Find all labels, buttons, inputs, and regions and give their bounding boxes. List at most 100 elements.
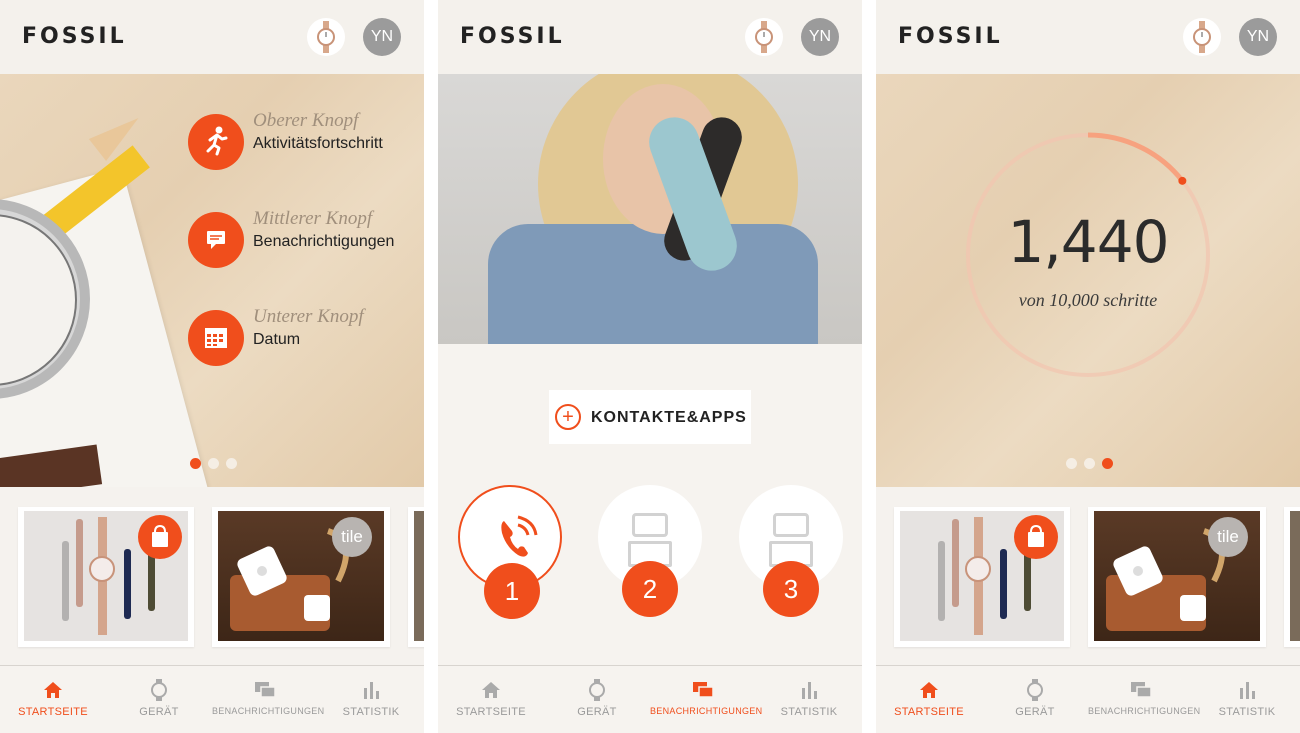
button-function-label: Benachrichtigungen xyxy=(253,233,395,250)
tab-benachrichtigungen[interactable]: BENACHRICHTIGUNGEN xyxy=(1088,666,1201,733)
straps-promo-card[interactable] xyxy=(894,507,1070,647)
tile-promo-card[interactable]: tile xyxy=(212,507,390,647)
tab-statistik[interactable]: STATISTIK xyxy=(756,666,862,733)
watch-device-avatar[interactable] xyxy=(1183,18,1221,56)
hero-phone-call-image xyxy=(438,74,862,344)
running-icon xyxy=(188,114,244,170)
tab-startseite[interactable]: STARTSEITE xyxy=(438,666,544,733)
button-position-label: Unterer Knopf xyxy=(253,306,364,327)
fossil-logo: FOSSIL xyxy=(460,24,565,49)
button-config-middle[interactable]: Mittlerer Knopf Benachrichtigungen xyxy=(188,208,418,272)
steps-goal-label: von 10,000 schritte xyxy=(1018,290,1158,310)
page-dot[interactable] xyxy=(208,458,219,469)
tab-label: STARTSEITE xyxy=(456,706,526,718)
tab-benachrichtigungen[interactable]: BENACHRICHTIGUNGEN xyxy=(650,666,763,733)
watch-icon xyxy=(544,678,650,702)
tab-label: GERÄT xyxy=(577,706,617,718)
slot-number: 2 xyxy=(622,561,678,617)
page-dot[interactable] xyxy=(1102,458,1113,469)
bar-chart-icon xyxy=(318,678,424,702)
tab-statistik[interactable]: STATISTIK xyxy=(1194,666,1300,733)
notification-slot-1[interactable]: 1 xyxy=(458,485,562,619)
watch-icon xyxy=(317,21,335,53)
home-icon xyxy=(0,678,106,702)
tab-label: STATISTIK xyxy=(342,706,400,718)
home-icon xyxy=(876,678,982,702)
robot-icon xyxy=(626,507,674,567)
tab-label: STATISTIK xyxy=(1218,706,1276,718)
watch-device-avatar[interactable] xyxy=(745,18,783,56)
tab-benachrichtigungen[interactable]: BENACHRICHTIGUNGEN xyxy=(212,666,325,733)
add-contacts-apps-button[interactable]: + KONTAKTE&APPS xyxy=(549,390,751,444)
next-promo-card[interactable] xyxy=(408,507,424,647)
tab-label: BENACHRICHTIGUNGEN xyxy=(212,706,325,716)
bottom-tab-bar: STARTSEITE GERÄT BENACHRICHTIGUNGEN STAT… xyxy=(438,665,862,733)
tile-badge: tile xyxy=(1208,517,1248,557)
button-config-bottom[interactable]: Unterer Knopf Datum xyxy=(188,306,418,370)
bar-chart-icon xyxy=(756,678,862,702)
watch-icon xyxy=(982,678,1088,702)
slot-number: 3 xyxy=(763,561,819,617)
page-dot[interactable] xyxy=(1066,458,1077,469)
app-header: FOSSIL YN xyxy=(0,0,424,74)
straps-promo-card[interactable] xyxy=(18,507,194,647)
page-dot[interactable] xyxy=(226,458,237,469)
tab-label: STATISTIK xyxy=(780,706,838,718)
notification-slot-3[interactable]: 3 xyxy=(739,485,843,617)
tab-label: GERÄT xyxy=(139,706,179,718)
home-icon xyxy=(438,678,544,702)
tab-label: BENACHRICHTIGUNGEN xyxy=(1088,706,1201,716)
bottom-tab-bar: STARTSEITE GERÄT BENACHRICHTIGUNGEN STAT… xyxy=(876,665,1300,733)
notifications-screen: FOSSIL YN + KONTAKTE&APPS 1 2 3 STARTSEI… xyxy=(438,0,862,733)
chat-icon xyxy=(650,678,756,702)
tab-geraet[interactable]: GERÄT xyxy=(106,666,212,733)
app-header: FOSSIL YN xyxy=(438,0,862,74)
tab-label: GERÄT xyxy=(1015,706,1055,718)
user-avatar[interactable]: YN xyxy=(801,18,839,56)
jacket-shape xyxy=(488,224,818,344)
page-dot[interactable] xyxy=(190,458,201,469)
bar-chart-icon xyxy=(1194,678,1300,702)
watch-icon xyxy=(755,21,773,53)
calendar-icon xyxy=(188,310,244,366)
home-screen-buttons: FOSSIL YN Oberer Knopf Aktivitätsfortsch… xyxy=(0,0,424,733)
user-avatar[interactable]: YN xyxy=(363,18,401,56)
tile-promo-card[interactable]: tile xyxy=(1088,507,1266,647)
button-position-label: Mittlerer Knopf xyxy=(253,208,373,229)
promo-image xyxy=(414,511,424,641)
steps-count: 1,440 xyxy=(1007,208,1169,276)
tab-geraet[interactable]: GERÄT xyxy=(544,666,650,733)
page-dot[interactable] xyxy=(1084,458,1095,469)
fossil-logo: FOSSIL xyxy=(898,24,1003,49)
tab-startseite[interactable]: STARTSEITE xyxy=(876,666,982,733)
tab-geraet[interactable]: GERÄT xyxy=(982,666,1088,733)
bottom-tab-bar: STARTSEITE GERÄT BENACHRICHTIGUNGEN STAT… xyxy=(0,665,424,733)
shopping-bag-icon xyxy=(138,515,182,559)
tab-label: BENACHRICHTIGUNGEN xyxy=(650,706,763,716)
chat-icon xyxy=(1088,678,1194,702)
watch-icon xyxy=(1193,21,1211,53)
shopping-bag-icon xyxy=(1014,515,1058,559)
progress-tip xyxy=(1178,176,1187,185)
button-config-top[interactable]: Oberer Knopf Aktivitätsfortschritt xyxy=(188,110,418,174)
add-contacts-apps-label: KONTAKTE&APPS xyxy=(591,409,747,426)
tab-startseite[interactable]: STARTSEITE xyxy=(0,666,106,733)
fossil-logo: FOSSIL xyxy=(22,24,127,49)
watch-device-avatar[interactable] xyxy=(307,18,345,56)
promo-carousel[interactable]: tile xyxy=(0,487,424,665)
tile-badge: tile xyxy=(332,517,372,557)
notification-slot-2[interactable]: 2 xyxy=(598,485,702,617)
button-position-label: Oberer Knopf xyxy=(253,110,359,131)
slot-number: 1 xyxy=(484,563,540,619)
tab-label: STARTSEITE xyxy=(18,706,88,718)
promo-carousel[interactable]: tile xyxy=(876,487,1300,665)
plus-icon: + xyxy=(555,404,581,430)
watch-icon xyxy=(106,678,212,702)
tab-label: STARTSEITE xyxy=(894,706,964,718)
button-function-label: Aktivitätsfortschritt xyxy=(253,135,383,152)
user-avatar[interactable]: YN xyxy=(1239,18,1277,56)
home-screen-steps: FOSSIL YN 1,440 von 10,000 schritte tile… xyxy=(876,0,1300,733)
tab-statistik[interactable]: STATISTIK xyxy=(318,666,424,733)
chat-icon xyxy=(212,678,318,702)
next-promo-card[interactable] xyxy=(1284,507,1300,647)
